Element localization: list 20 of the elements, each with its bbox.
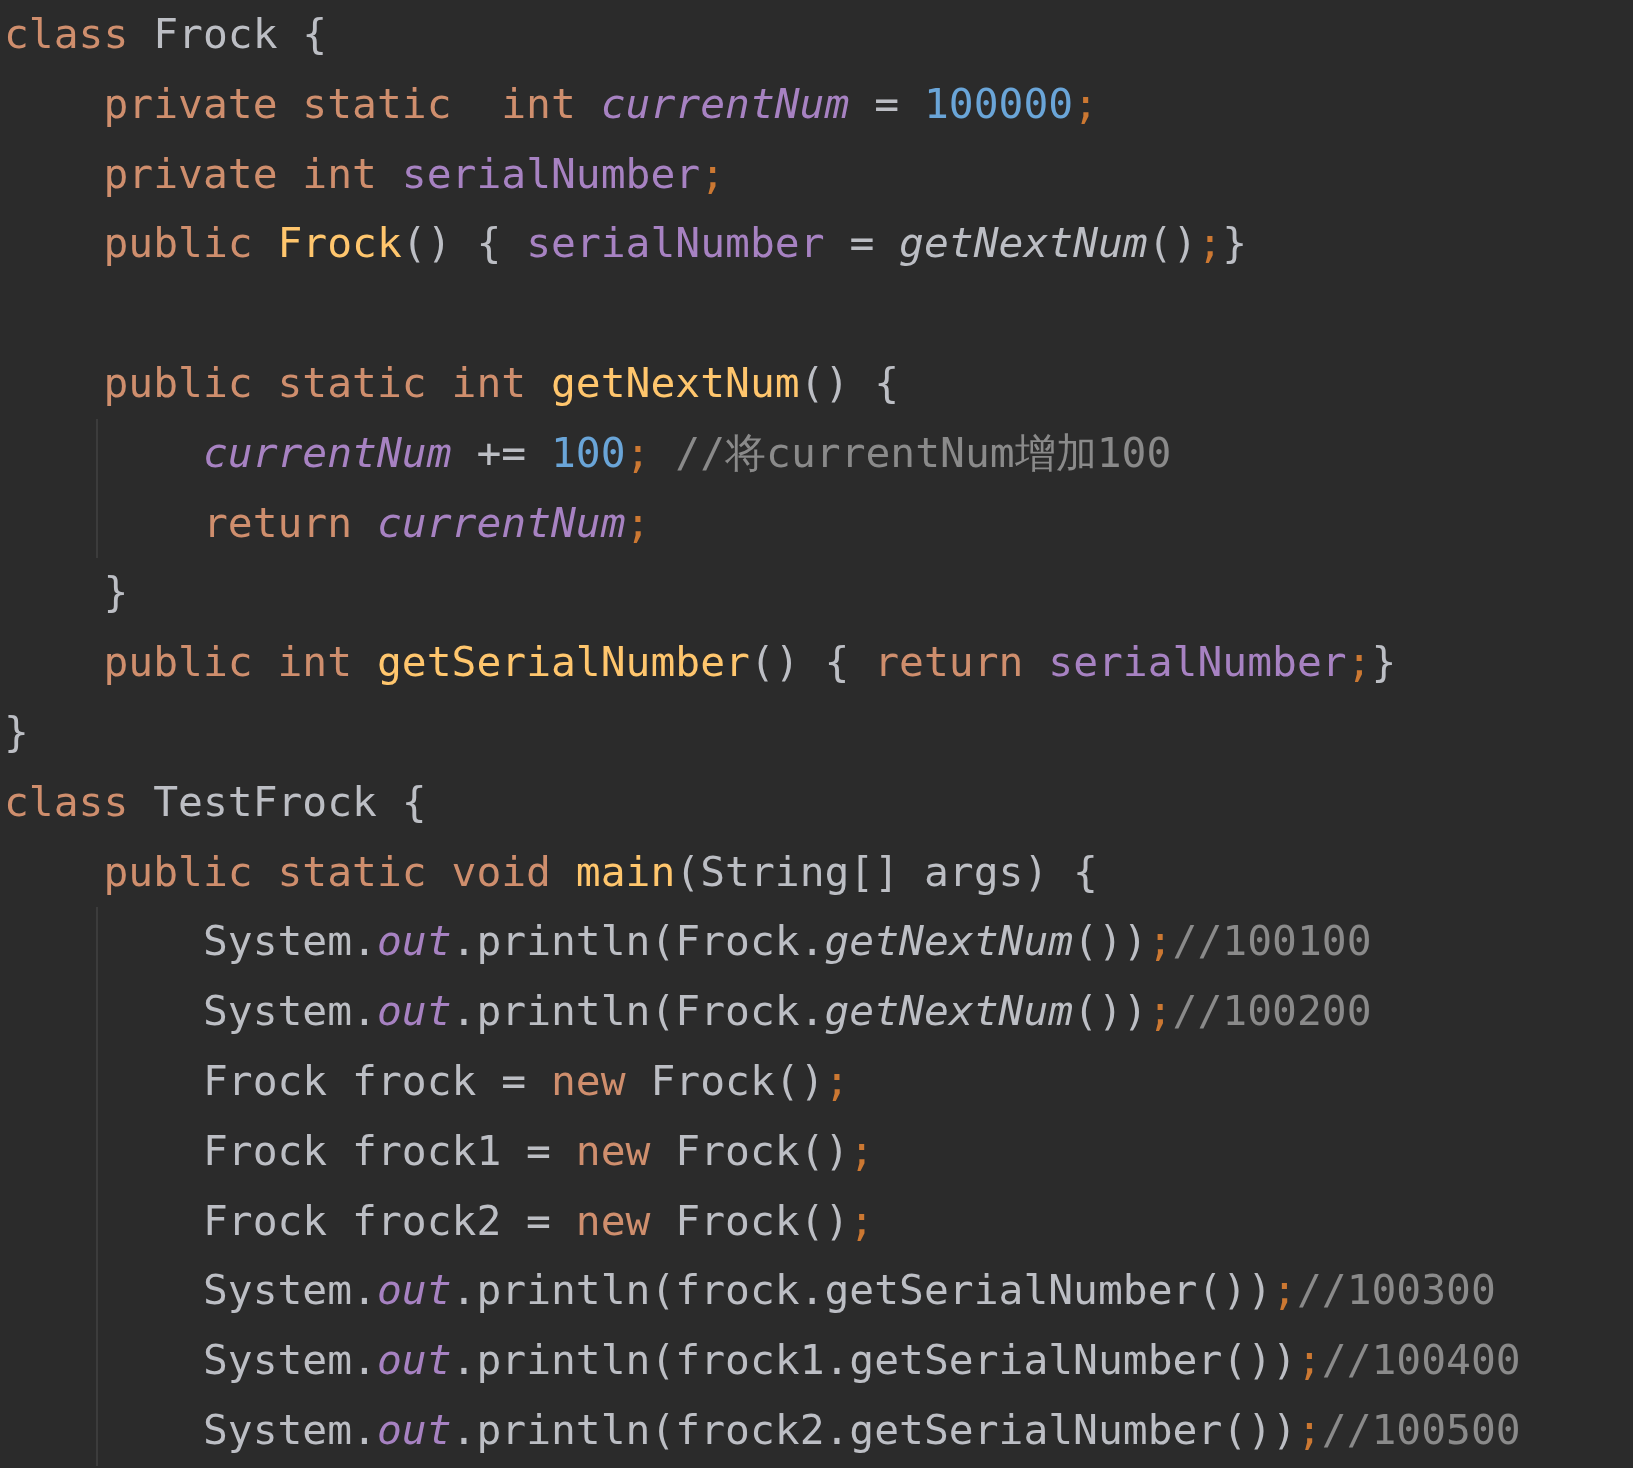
code-line: public int getSerialNumber() { return serialNumber;}: [103, 638, 1397, 687]
code-line: }: [4, 707, 29, 756]
code-line: System.out.println(Frock.getNextNum());//100200: [202, 987, 1372, 1036]
code-line: currentNum += 100; //将currentNum增加100: [202, 428, 1172, 477]
code-line: class Frock {: [4, 10, 328, 58]
code-line: System.out.println(frock.getSerialNumber());//100300: [202, 1266, 1496, 1315]
code-line: Frock frock = new Frock();: [202, 1056, 850, 1105]
code-line: Frock frock2 = new Frock();: [202, 1196, 875, 1245]
code-line: public static int getNextNum() {: [103, 359, 900, 407]
code-line: private static int currentNum = 100000;: [103, 79, 1098, 128]
code-line: System.out.println(frock2.getSerialNumber());//100500: [202, 1405, 1521, 1454]
code-line: System.out.println(frock1.getSerialNumber());//100400: [202, 1336, 1521, 1385]
code-line: return currentNum;: [202, 498, 651, 547]
code-line: public static void main(String[] args) {: [103, 847, 1098, 896]
code-line: Frock frock1 = new Frock();: [202, 1126, 875, 1175]
code-line: private int serialNumber;: [103, 149, 726, 198]
code-line: System.out.println(Frock.getNextNum());//100100: [202, 917, 1372, 966]
code-line: class TestFrock {: [4, 777, 427, 826]
code-line: public Frock() { serialNumber = getNextNum();}: [103, 219, 1248, 268]
code-line: }: [103, 568, 129, 617]
